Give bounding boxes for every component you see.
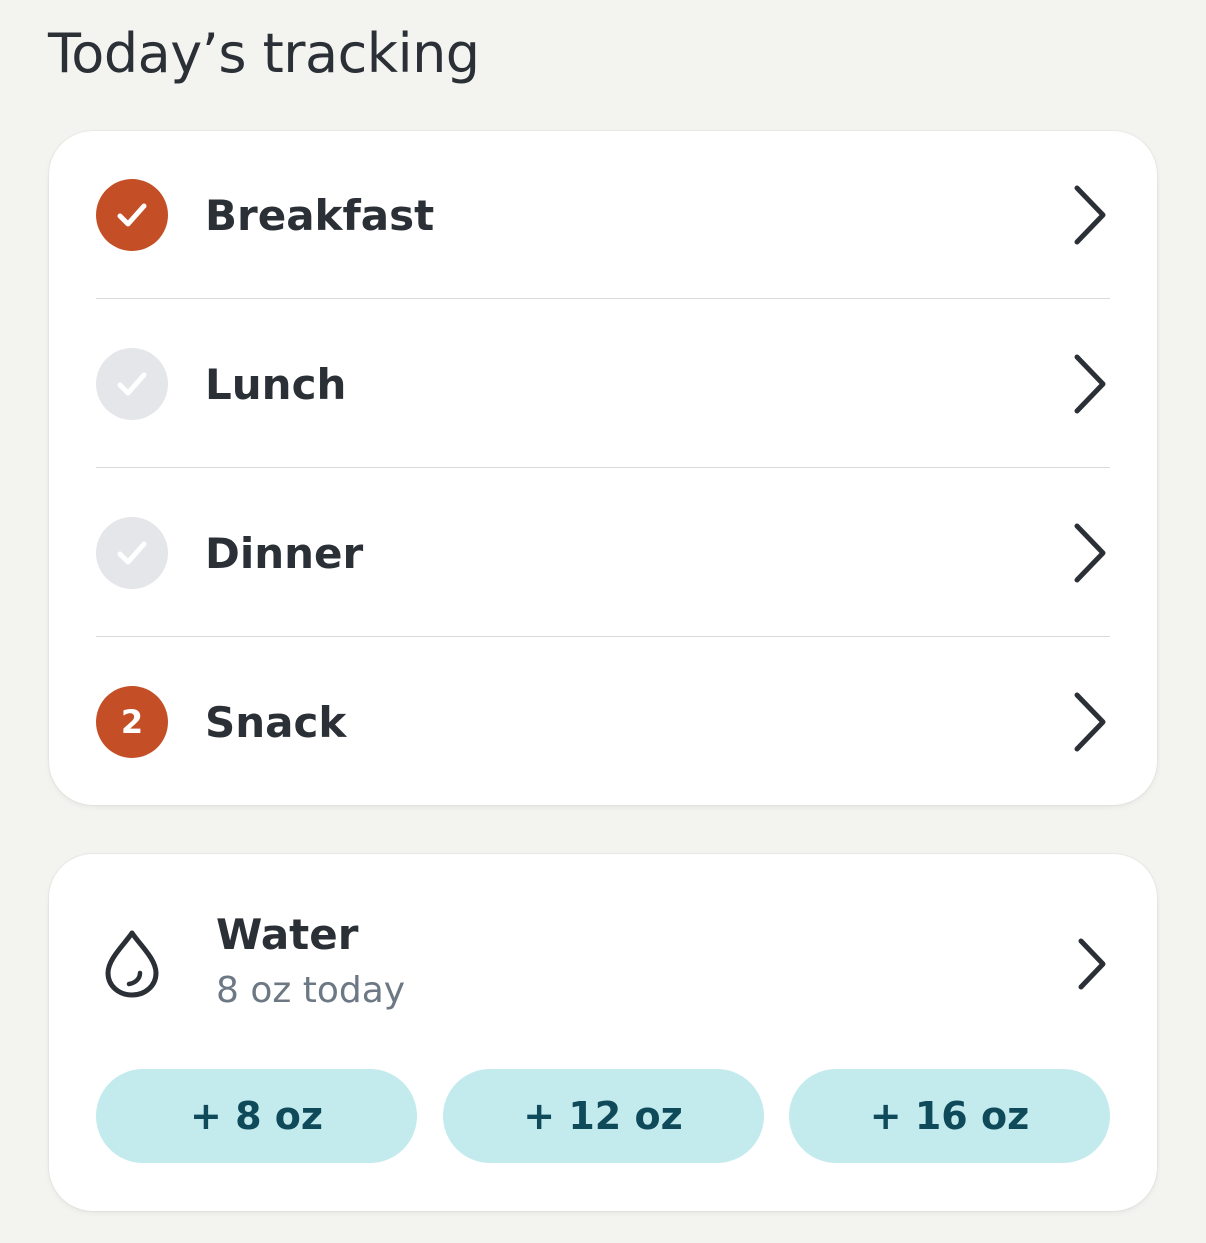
lunch-pending-check-icon [96, 348, 168, 420]
add-16-oz-button[interactable]: + 16 oz [789, 1069, 1110, 1163]
snack-count-badge: 2 [96, 686, 168, 758]
chevron-right-icon [1070, 352, 1110, 416]
meal-row-lunch[interactable]: Lunch [96, 300, 1110, 468]
dinner-pending-check-icon [96, 517, 168, 589]
page-title: Today’s tracking [48, 22, 480, 85]
meal-label-dinner: Dinner [205, 528, 364, 578]
water-amount-today: 8 oz today [216, 970, 406, 1011]
meal-row-breakfast[interactable]: Breakfast [96, 131, 1110, 299]
breakfast-completed-check-icon [96, 179, 168, 251]
meal-label-breakfast: Breakfast [205, 190, 435, 240]
water-text: Water 8 oz today [216, 908, 1070, 1020]
water-quick-add-buttons: + 8 oz + 12 oz + 16 oz [96, 1069, 1110, 1163]
chevron-right-icon [1070, 183, 1110, 247]
water-card: Water 8 oz today + 8 oz + 12 oz + 16 oz [49, 854, 1157, 1211]
meal-label-lunch: Lunch [205, 359, 347, 409]
add-12-oz-button[interactable]: + 12 oz [442, 1069, 764, 1163]
chevron-right-icon [1070, 932, 1110, 996]
chevron-right-icon [1070, 521, 1110, 585]
add-8-oz-button[interactable]: + 8 oz [96, 1069, 417, 1163]
water-title: Water [216, 910, 359, 959]
meal-row-dinner[interactable]: Dinner [96, 469, 1110, 637]
meal-label-snack: Snack [205, 697, 347, 747]
meal-row-snack[interactable]: 2 Snack [96, 638, 1110, 806]
water-row[interactable]: Water 8 oz today [96, 904, 1110, 1024]
meals-card: Breakfast Lunch Dinner 2 Snack [49, 131, 1157, 805]
chevron-right-icon [1070, 690, 1110, 754]
water-drop-icon [96, 924, 168, 1004]
